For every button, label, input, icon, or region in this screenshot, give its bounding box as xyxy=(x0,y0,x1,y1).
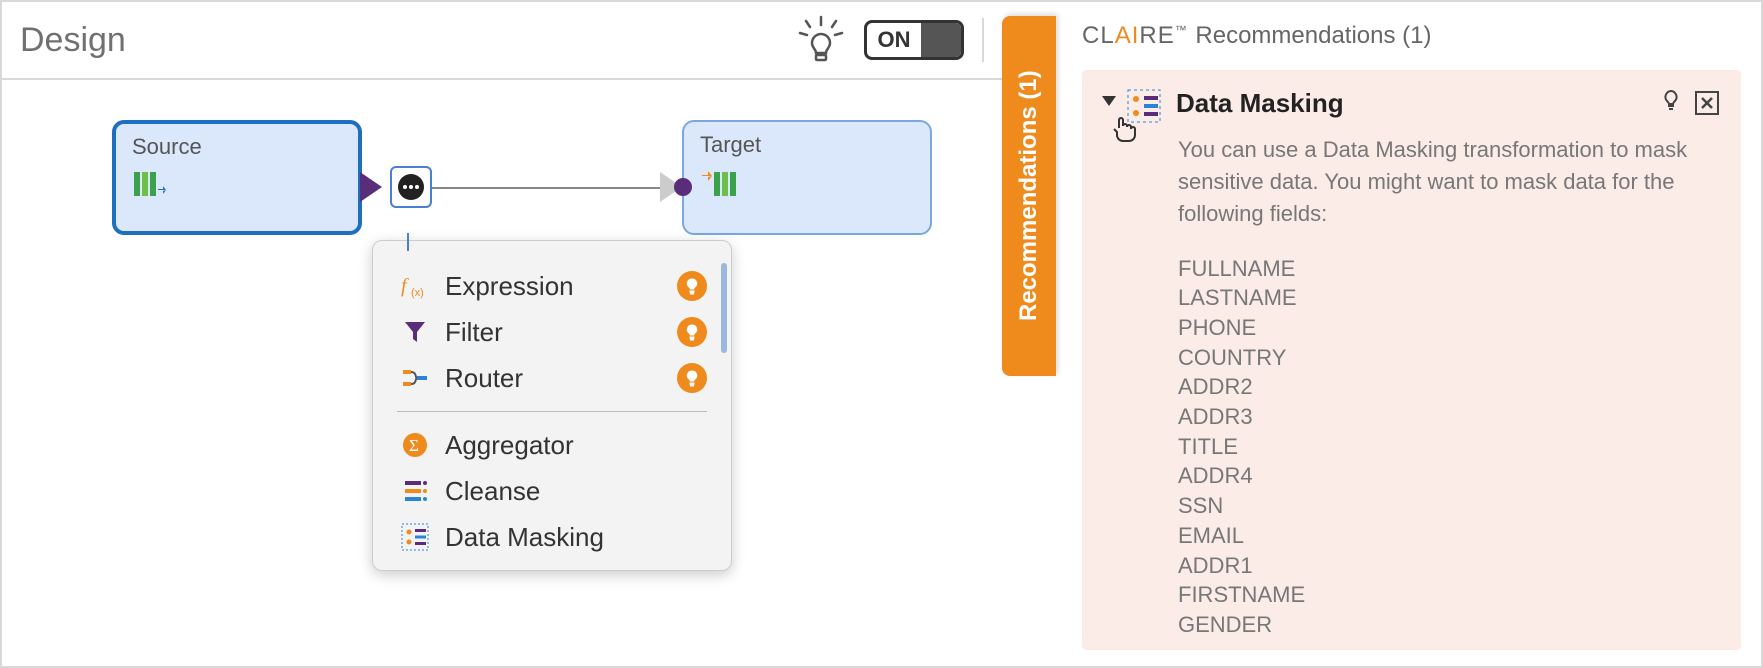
recommendation-card-title: Data Masking xyxy=(1176,88,1659,119)
connector-line xyxy=(432,187,662,189)
target-table-icon xyxy=(700,166,914,212)
tx-item-filter[interactable]: Filter xyxy=(397,309,707,355)
tx-item-router[interactable]: Router xyxy=(397,355,707,401)
sigma-icon: Σ xyxy=(397,431,433,459)
recommendation-field: TITLE xyxy=(1178,432,1719,462)
funnel-icon xyxy=(397,318,433,346)
svg-text:Σ: Σ xyxy=(409,436,419,455)
recommendation-field: ADDR2 xyxy=(1178,372,1719,402)
collapse-caret-icon[interactable] xyxy=(1102,96,1116,106)
svg-text:f: f xyxy=(401,275,409,297)
recommendations-panel-title: CLAIRE™ Recommendations (1) xyxy=(1082,22,1741,50)
toggle-on-label: ON xyxy=(867,27,921,53)
source-output-port-icon[interactable] xyxy=(360,172,382,202)
close-button[interactable] xyxy=(1695,91,1719,115)
recommendation-field: EMAIL xyxy=(1178,521,1719,551)
design-canvas-area: Design xyxy=(2,2,1002,666)
recommendations-toggle[interactable]: ON xyxy=(864,20,964,60)
recommendation-field: PHONE xyxy=(1178,313,1719,343)
canvas-header: Design xyxy=(2,2,1002,80)
recommendation-badge-icon xyxy=(677,363,707,393)
recommendation-badge-icon xyxy=(677,271,707,301)
canvas-title: Design xyxy=(20,21,796,60)
add-transformation-button[interactable] xyxy=(390,166,432,208)
recommendation-field: LASTNAME xyxy=(1178,283,1719,313)
tx-item-label: Expression xyxy=(445,271,677,302)
source-node-label: Source xyxy=(132,134,342,160)
claire-logo: CLAIRE™ xyxy=(1082,22,1195,49)
tx-item-label: Filter xyxy=(445,317,677,348)
recommendation-field-list: FULLNAMELASTNAMEPHONECOUNTRYADDR2ADDR3TI… xyxy=(1178,254,1719,640)
recommendation-description: You can use a Data Masking transformatio… xyxy=(1178,134,1719,230)
pointer-cursor-icon xyxy=(1110,114,1140,149)
source-table-icon xyxy=(132,168,342,214)
target-node-label: Target xyxy=(700,132,914,158)
tx-item-expression[interactable]: f(x) Expression xyxy=(397,263,707,309)
source-node[interactable]: Source xyxy=(112,120,362,235)
tx-item-cleanse[interactable]: Cleanse xyxy=(397,468,707,514)
router-icon xyxy=(397,364,433,392)
cleanse-icon xyxy=(397,477,433,505)
tx-item-data masking[interactable]: Data Masking xyxy=(397,514,707,560)
target-input-port-dot-icon[interactable] xyxy=(674,178,692,196)
svg-text:(x): (x) xyxy=(411,287,424,299)
transformation-popup: f(x) Expression Filter Router Σ Aggregator Cle… xyxy=(372,240,732,571)
lightbulb-sparkle-icon[interactable] xyxy=(796,15,846,65)
ellipsis-icon xyxy=(398,174,424,200)
fx-icon: f(x) xyxy=(397,272,433,300)
recommendation-card: Data Masking You can use a Data Masking … xyxy=(1082,70,1741,650)
toggle-knob xyxy=(921,23,961,57)
tx-item-label: Router xyxy=(445,363,677,394)
recommendation-field: ADDR4 xyxy=(1178,461,1719,491)
recommendations-tab[interactable]: Recommendations (1) xyxy=(1002,16,1056,376)
connector xyxy=(360,172,690,202)
header-divider xyxy=(982,18,984,62)
mask-icon xyxy=(397,523,433,551)
target-node[interactable]: Target xyxy=(682,120,932,235)
recommendation-field: ADDR3 xyxy=(1178,402,1719,432)
recommendations-panel: CLAIRE™ Recommendations (1) Data Masking xyxy=(1056,2,1761,666)
tx-divider xyxy=(397,411,707,412)
recommendation-badge-icon xyxy=(677,317,707,347)
recommendation-field: COUNTRY xyxy=(1178,343,1719,373)
recommendation-field: FIRSTNAME xyxy=(1178,580,1719,610)
recommendation-field: SSN xyxy=(1178,491,1719,521)
tx-item-label: Aggregator xyxy=(445,430,707,461)
recommendation-field: GENDER xyxy=(1178,610,1719,640)
tx-item-label: Data Masking xyxy=(445,522,707,553)
lightbulb-icon[interactable] xyxy=(1659,88,1683,117)
recommendation-field: ADDR1 xyxy=(1178,551,1719,581)
canvas-body[interactable]: Source Target xyxy=(2,80,1002,666)
recommendations-tab-label: Recommendations (1) xyxy=(1015,71,1043,322)
recommendation-field: FULLNAME xyxy=(1178,254,1719,284)
tx-item-label: Cleanse xyxy=(445,476,707,507)
tx-item-aggregator[interactable]: Σ Aggregator xyxy=(397,422,707,468)
